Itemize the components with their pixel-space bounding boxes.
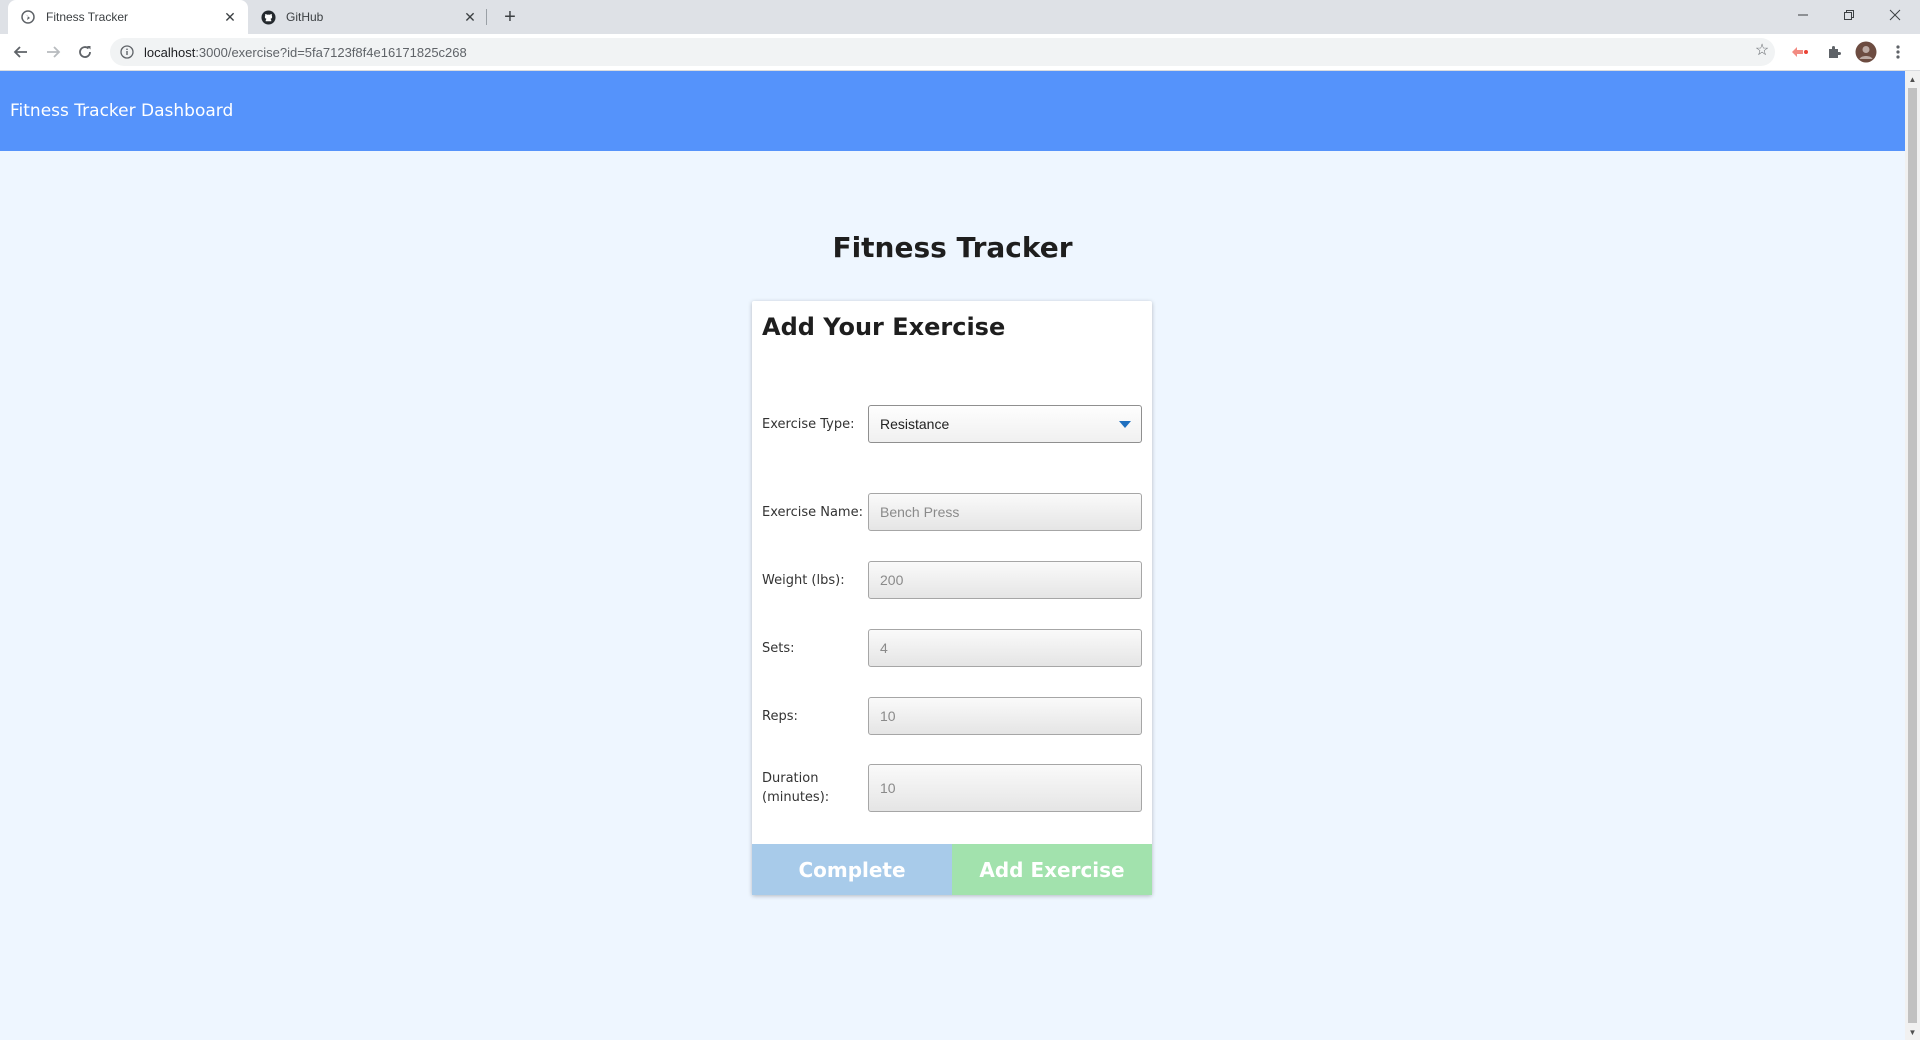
puzzle-extensions-icon[interactable] [1822,40,1846,64]
complete-button[interactable]: Complete [752,844,952,895]
dropdown-caret-icon [1119,421,1131,428]
browser-tabstrip: Fitness Tracker ✕ GitHub ✕ + [0,0,1920,34]
page-viewport: Fitness Tracker Dashboard Fitness Tracke… [0,71,1905,1040]
close-tab-icon[interactable]: ✕ [222,9,238,25]
browser-menu-icon[interactable] [1886,40,1910,64]
extension-icon[interactable] [1788,40,1812,64]
add-exercise-button[interactable]: Add Exercise [952,844,1152,895]
globe-icon [20,9,36,25]
exercise-type-select[interactable]: Resistance [868,405,1142,443]
weight-row: Weight (lbs): 200 [762,561,1142,599]
address-bar[interactable]: localhost:3000/exercise?id=5fa7123f8f4e1… [110,38,1775,66]
weight-input[interactable]: 200 [868,561,1142,599]
top-navbar: Fitness Tracker Dashboard [0,71,1905,151]
exercise-name-input[interactable]: Bench Press [868,493,1142,531]
tab-github[interactable]: GitHub ✕ [248,0,488,34]
exercise-name-row: Exercise Name: Bench Press [762,493,1142,531]
page-title: Fitness Tracker [832,231,1073,264]
scroll-down-arrow-icon[interactable]: ▼ [1908,1027,1917,1037]
navbar-brand-link[interactable]: Fitness Tracker Dashboard [10,101,233,121]
url-text: localhost:3000/exercise?id=5fa7123f8f4e1… [144,44,467,60]
tab-fitness-tracker[interactable]: Fitness Tracker ✕ [8,0,248,34]
exercise-type-label: Exercise Type: [762,416,855,432]
exercise-type-row: Exercise Type: Resistance [762,405,1142,443]
profile-avatar-icon[interactable] [1854,40,1878,64]
duration-label: Duration (minutes): [762,771,830,805]
tab-title: Fitness Tracker [46,10,129,24]
close-window-icon[interactable] [1872,0,1918,30]
forward-icon[interactable] [40,39,66,65]
reload-icon[interactable] [72,39,98,65]
github-icon [260,9,276,25]
browser-toolbar: localhost:3000/exercise?id=5fa7123f8f4e1… [0,34,1920,71]
tab-title: GitHub [286,10,324,24]
reps-label: Reps: [762,708,798,724]
weight-label: Weight (lbs): [762,572,845,588]
add-exercise-card: Add Your Exercise Exercise Type: Resista… [752,301,1152,895]
tab-separator [486,9,487,25]
sets-input[interactable]: 4 [868,629,1142,667]
new-tab-icon[interactable]: + [498,5,522,29]
scrollbar-thumb[interactable] [1908,88,1917,1023]
card-heading: Add Your Exercise [762,313,1006,341]
reps-row: Reps: 10 [762,697,1142,735]
exercise-name-label: Exercise Name: [762,504,863,520]
sets-label: Sets: [762,640,795,656]
page-scrollbar[interactable]: ▲ ▼ [1905,71,1920,1040]
exercise-type-value: Resistance [880,416,950,432]
restore-icon[interactable] [1826,0,1872,30]
reps-input[interactable]: 10 [868,697,1142,735]
bookmark-star-icon[interactable]: ☆ [1752,40,1772,60]
sets-row: Sets: 4 [762,629,1142,667]
duration-input[interactable]: 10 [868,764,1142,812]
site-info-icon[interactable] [118,43,136,61]
scroll-up-arrow-icon[interactable]: ▲ [1908,74,1917,84]
minimize-icon[interactable] [1780,0,1826,30]
close-tab-icon[interactable]: ✕ [462,9,478,25]
back-icon[interactable] [8,39,34,65]
duration-row: Duration (minutes): 10 [762,764,1142,812]
